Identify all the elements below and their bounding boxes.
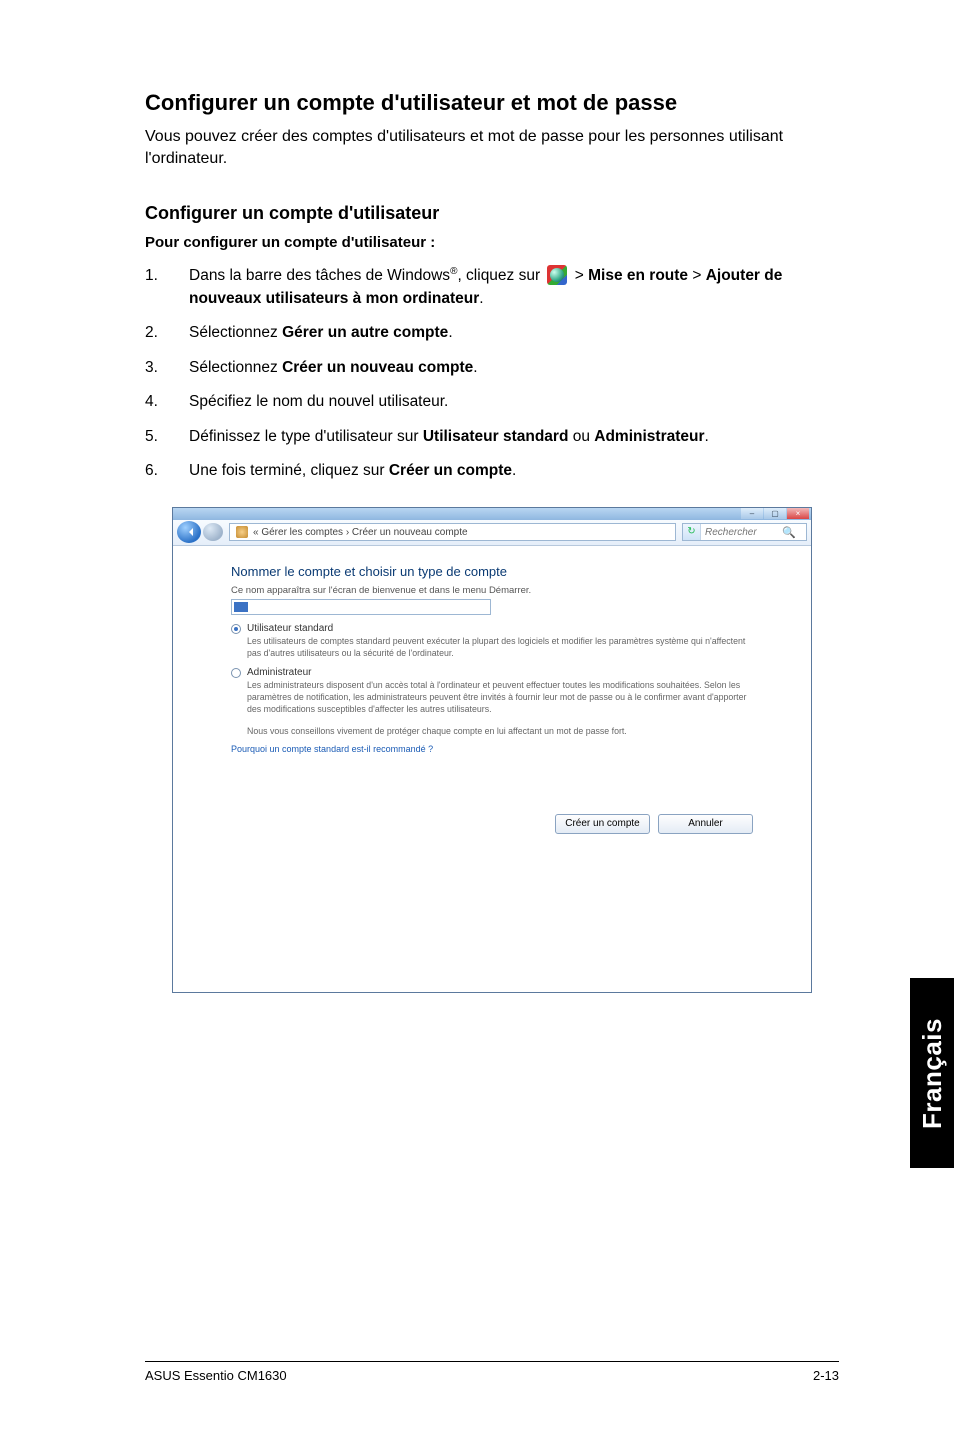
search-icon[interactable]: 🔍 — [781, 526, 797, 539]
why-standard-link[interactable]: Pourquoi un compte standard est-il recom… — [231, 744, 753, 754]
bold-mise-en-route: Mise en route — [588, 267, 688, 284]
minimize-button[interactable]: – — [741, 508, 763, 519]
recommendation-text: Nous vous conseillons vivement de protég… — [247, 726, 753, 736]
page-title: Configurer un compte d'utilisateur et mo… — [145, 90, 839, 116]
windows-start-icon — [547, 265, 567, 285]
option-admin-desc: Les administrateurs disposent d'un accès… — [247, 680, 747, 716]
option-standard-title: Utilisateur standard — [247, 623, 333, 634]
radio-standard[interactable] — [231, 624, 241, 634]
intro-text: Vous pouvez créer des comptes d'utilisat… — [145, 126, 839, 169]
breadcrumb[interactable]: « Gérer les comptes › Créer un nouveau c… — [229, 523, 676, 541]
maximize-button[interactable]: ▢ — [764, 508, 786, 519]
step-2: 2. Sélectionnez Gérer un autre compte. — [145, 322, 839, 344]
step-1: 1. Dans la barre des tâches de Windows®,… — [145, 265, 839, 310]
section-heading: Configurer un compte d'utilisateur — [145, 203, 839, 224]
step-4: 4. Spécifiez le nom du nouvel utilisateu… — [145, 391, 839, 413]
search-input[interactable] — [701, 527, 781, 538]
navbar: « Gérer les comptes › Créer un nouveau c… — [173, 520, 811, 546]
procedure-heading: Pour configurer un compte d'utilisateur … — [145, 234, 839, 251]
step-3: 3. Sélectionnez Créer un nouveau compte. — [145, 357, 839, 379]
account-name-input[interactable] — [231, 599, 491, 615]
footer-page-number: 2-13 — [813, 1368, 839, 1383]
dialog-content: Nommer le compte et choisir un type de c… — [173, 546, 811, 806]
nav-back-button[interactable] — [177, 521, 201, 543]
step-number: 1. — [145, 265, 189, 287]
language-label: Français — [917, 1018, 948, 1129]
footer-product: ASUS Essentio CM1630 — [145, 1368, 287, 1383]
radio-admin[interactable] — [231, 668, 241, 678]
step-number: 4. — [145, 391, 189, 413]
window-titlebar: – ▢ × — [173, 508, 811, 520]
cancel-button[interactable]: Annuler — [658, 814, 753, 834]
option-admin[interactable]: Administrateur Les administrateurs dispo… — [231, 667, 753, 716]
close-button[interactable]: × — [787, 508, 809, 519]
dialog-screenshot: – ▢ × « Gérer les comptes › Créer un nou… — [172, 507, 812, 993]
dialog-title: Nommer le compte et choisir un type de c… — [231, 564, 753, 579]
create-account-button[interactable]: Créer un compte — [555, 814, 650, 834]
option-admin-title: Administrateur — [247, 667, 311, 678]
user-accounts-icon — [236, 526, 248, 538]
search-box[interactable]: ↻ 🔍 — [682, 523, 807, 541]
step-number: 3. — [145, 357, 189, 379]
nav-forward-button[interactable] — [203, 523, 223, 541]
step-number: 2. — [145, 322, 189, 344]
step-5: 5. Définissez le type d'utilisateur sur … — [145, 426, 839, 448]
dialog-buttons: Créer un compte Annuler — [173, 806, 811, 842]
steps-list: 1. Dans la barre des tâches de Windows®,… — [145, 265, 839, 482]
step-text: Dans la barre des tâches de Windows — [189, 267, 450, 284]
dialog-subtitle: Ce nom apparaîtra sur l'écran de bienven… — [231, 585, 753, 596]
option-standard[interactable]: Utilisateur standard Les utilisateurs de… — [231, 623, 753, 660]
breadcrumb-text: « Gérer les comptes › Créer un nouveau c… — [253, 527, 468, 538]
option-standard-desc: Les utilisateurs de comptes standard peu… — [247, 636, 747, 660]
language-tab: Français — [910, 978, 954, 1168]
step-number: 6. — [145, 460, 189, 482]
window-frame: – ▢ × « Gérer les comptes › Créer un nou… — [172, 507, 812, 993]
search-refresh-icon[interactable]: ↻ — [683, 524, 701, 540]
step-6: 6. Une fois terminé, cliquez sur Créer u… — [145, 460, 839, 482]
step-number: 5. — [145, 426, 189, 448]
page-footer: ASUS Essentio CM1630 2-13 — [145, 1361, 839, 1383]
